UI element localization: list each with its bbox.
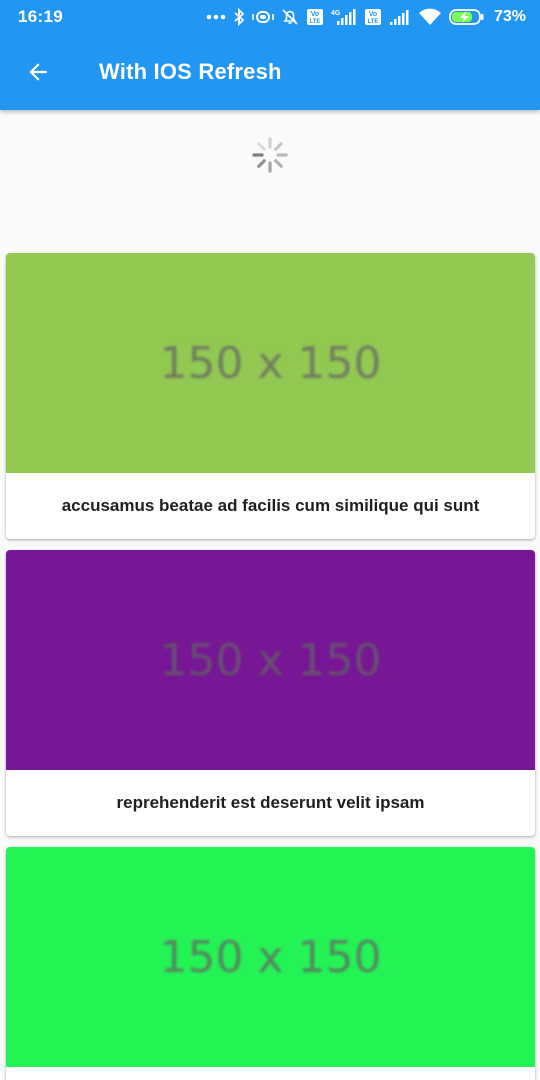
card-image: 150 x 150 bbox=[6, 550, 535, 770]
card-title bbox=[6, 1067, 535, 1080]
volte-icon: VoLTE bbox=[306, 8, 323, 25]
svg-text:Vo: Vo bbox=[369, 11, 377, 18]
wifi-icon bbox=[418, 8, 441, 25]
signal-icon bbox=[389, 9, 409, 25]
card-title: reprehenderit est deserunt velit ipsam bbox=[116, 793, 425, 812]
status-icons: Vo LTE 4G Vo LTE 73% bbox=[206, 7, 526, 26]
image-placeholder-text: 150 x 150 bbox=[159, 634, 382, 686]
image-placeholder-text: 150 x 150 bbox=[159, 931, 382, 983]
more-dots-icon bbox=[206, 14, 226, 19]
svg-text:4G: 4G bbox=[331, 10, 341, 17]
battery-percent: 73% bbox=[493, 7, 526, 25]
card-image: 150 x 150 bbox=[6, 253, 535, 473]
svg-text:LTE: LTE bbox=[368, 19, 379, 25]
back-button[interactable] bbox=[10, 44, 66, 100]
list-item[interactable]: 150 x 150 bbox=[6, 847, 535, 1080]
volte-icon: VoLTE bbox=[364, 8, 381, 25]
battery-charging-icon bbox=[449, 8, 484, 25]
arrow-back-icon bbox=[29, 62, 47, 81]
app-bar: With IOS Refresh bbox=[0, 33, 540, 110]
card-image: 150 x 150 bbox=[6, 847, 535, 1067]
status-bar: 16:19 Vo LTE 4G Vo LTE 73% bbox=[0, 0, 540, 33]
alarm-off-icon bbox=[282, 8, 298, 25]
page-title: With IOS Refresh bbox=[99, 58, 282, 84]
list-item[interactable]: 150 x 150 accusamus beatae ad facilis cu… bbox=[6, 253, 535, 539]
card-title: accusamus beatae ad facilis cum similiqu… bbox=[61, 496, 480, 515]
svg-text:Vo: Vo bbox=[311, 11, 319, 18]
activity-spinner-icon bbox=[252, 137, 288, 173]
bluetooth-icon bbox=[234, 7, 245, 26]
vibrate-icon bbox=[252, 10, 274, 23]
image-placeholder-text: 150 x 150 bbox=[159, 337, 382, 389]
svg-text:LTE: LTE bbox=[310, 19, 321, 25]
status-time: 16:19 bbox=[18, 6, 63, 26]
screen: 16:19 Vo LTE 4G Vo LTE 73% With IOS Refres… bbox=[0, 0, 540, 1080]
signal-4g-icon: 4G bbox=[331, 8, 356, 25]
list-item[interactable]: 150 x 150 reprehenderit est deserunt vel… bbox=[6, 550, 535, 836]
